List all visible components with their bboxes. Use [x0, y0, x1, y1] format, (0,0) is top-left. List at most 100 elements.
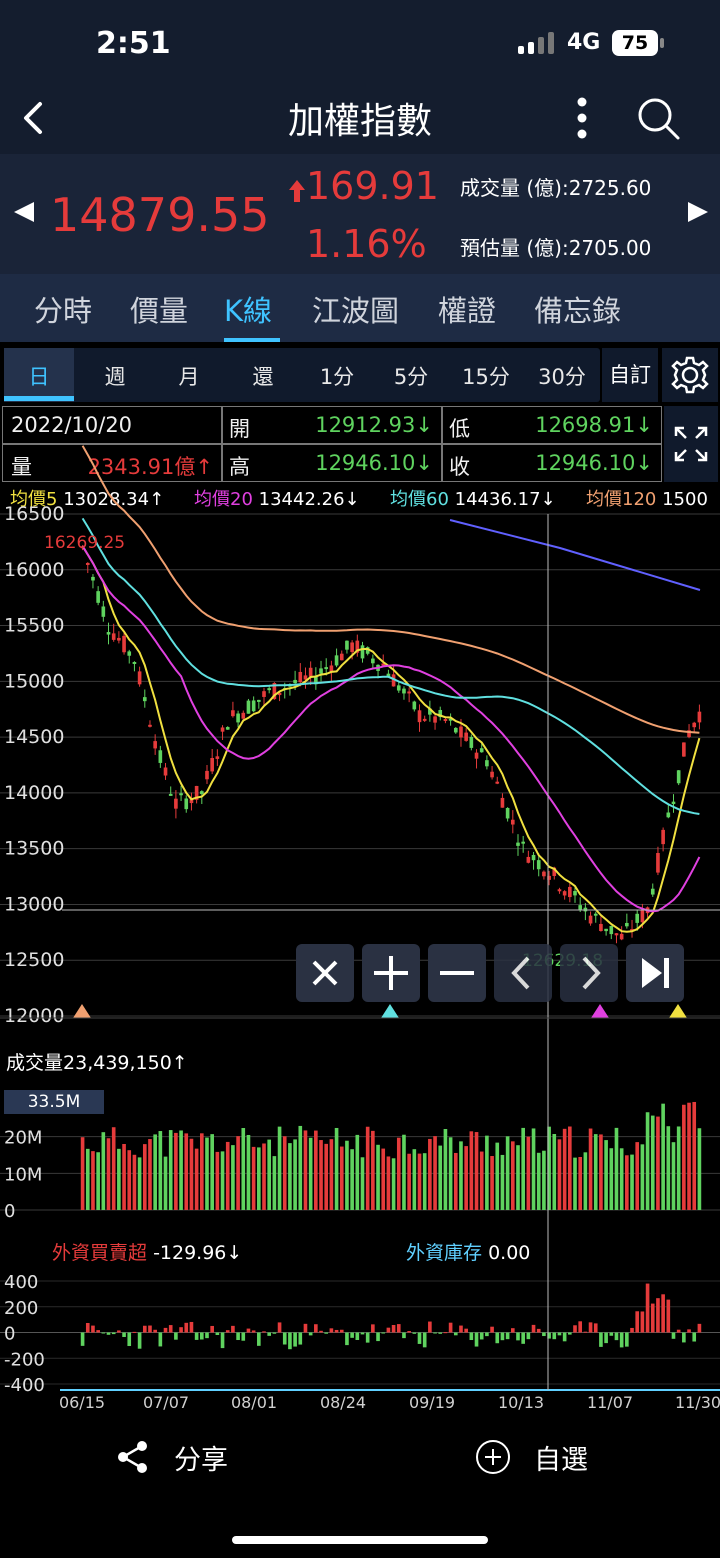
volume-bar	[495, 1142, 500, 1210]
foreign-tick-label: 400	[4, 1272, 38, 1293]
foreign-bar	[381, 1332, 386, 1334]
volume-bar	[516, 1145, 520, 1210]
foreign-bar	[443, 1332, 448, 1334]
zoom-out-icon	[440, 971, 474, 975]
foreign-bar	[225, 1330, 230, 1333]
foreign-bar	[640, 1311, 645, 1333]
price-tick-label: 16000	[4, 559, 64, 581]
candle-body	[422, 718, 427, 721]
foreign-bar	[184, 1322, 189, 1333]
foreign-tick-label: -400	[4, 1375, 45, 1396]
date-tick-label: 06/15	[59, 1393, 105, 1410]
candle-body	[588, 915, 593, 924]
foreign-bar	[122, 1332, 126, 1337]
share-button[interactable]: 分享	[116, 1438, 246, 1478]
foreign-bar	[241, 1332, 246, 1341]
candle-body	[267, 688, 272, 691]
foreign-bar	[578, 1321, 583, 1333]
zoom-out-button[interactable]	[428, 944, 486, 1002]
volume-bar	[236, 1136, 240, 1210]
volume-bar	[91, 1151, 95, 1210]
candle-body	[433, 716, 437, 723]
candle-body	[293, 679, 297, 684]
foreign-bar	[464, 1328, 468, 1333]
kline-chart[interactable]: 16500 16000 15500 15000 14500 14000 13500 13000…	[0, 0, 720, 1410]
foreign-bar	[163, 1327, 168, 1333]
candle-body	[474, 752, 479, 759]
date-tick-label: 11/07	[587, 1393, 633, 1410]
foreign-bar	[448, 1322, 453, 1333]
volume-bar	[443, 1129, 448, 1210]
foreign-bar	[583, 1331, 588, 1333]
candle-body	[179, 793, 183, 796]
candle-body	[573, 891, 577, 896]
candle-body	[174, 798, 178, 809]
volume-bar	[635, 1142, 640, 1210]
foreign-bar	[526, 1332, 531, 1340]
volume-bar	[588, 1128, 593, 1210]
foreign-bar	[479, 1332, 484, 1340]
candle-body	[345, 640, 349, 650]
candle-body	[495, 781, 500, 784]
foreign-bar	[111, 1332, 116, 1335]
candle-body	[257, 699, 261, 702]
foreign-bar	[324, 1332, 329, 1334]
volume-bar	[391, 1158, 396, 1210]
foreign-bar	[635, 1311, 640, 1333]
volume-bar	[158, 1131, 163, 1210]
candle-body	[682, 742, 686, 757]
volume-bar	[324, 1143, 329, 1210]
close-chart-button[interactable]	[296, 944, 354, 1002]
foreign-bar	[568, 1332, 572, 1335]
candle-body	[469, 736, 474, 748]
foreign-bar	[687, 1329, 691, 1333]
candle-body	[697, 711, 702, 723]
candle-body	[137, 671, 142, 685]
foreign-bar	[552, 1332, 557, 1340]
volume-bar	[101, 1132, 106, 1210]
volume-bar	[293, 1139, 297, 1210]
volume-header: 成交量23,439,150↑	[6, 1052, 188, 1074]
scroll-left-button[interactable]	[494, 944, 552, 1002]
foreign-bar	[407, 1331, 411, 1333]
candle-body	[262, 691, 266, 697]
volume-bar	[288, 1143, 292, 1210]
foreign-bar	[215, 1332, 220, 1336]
foreign-bar	[350, 1332, 354, 1338]
foreign-bar	[106, 1332, 111, 1335]
zoom-in-button[interactable]	[362, 944, 420, 1002]
volume-bar	[552, 1134, 557, 1210]
candle-body	[510, 819, 515, 825]
foreign-bar	[490, 1326, 494, 1333]
ma120-line	[81, 445, 700, 734]
volume-bar	[246, 1134, 251, 1210]
foreign-bar	[329, 1328, 334, 1333]
ma240-line	[449, 519, 701, 591]
volume-bars: 20M 10M 0	[0, 1101, 720, 1222]
volume-bar	[329, 1139, 334, 1210]
foreign-bar	[588, 1322, 593, 1333]
foreign-bar	[402, 1332, 406, 1339]
foreign-bar	[345, 1332, 349, 1346]
candle-body	[132, 662, 137, 665]
foreign-bar	[360, 1332, 365, 1335]
foreign-net-header: 外資買賣超 -129.96↓	[52, 1242, 243, 1264]
foreign-bar	[671, 1332, 676, 1339]
volume-bar	[526, 1136, 531, 1210]
candle-body	[692, 722, 697, 728]
volume-bar	[127, 1150, 132, 1210]
add-watchlist-button[interactable]: 自選	[474, 1438, 604, 1478]
price-tick-label: 16500	[4, 503, 64, 525]
foreign-bar	[319, 1330, 323, 1333]
volume-bar	[412, 1149, 417, 1210]
candle-body	[593, 913, 598, 916]
scroll-right-button[interactable]	[560, 944, 618, 1002]
volume-bar	[697, 1128, 702, 1210]
foreign-bar	[516, 1332, 520, 1341]
jump-latest-button[interactable]	[626, 944, 684, 1002]
foreign-bar	[194, 1332, 199, 1340]
candle-body	[163, 767, 168, 776]
foreign-bar	[656, 1298, 660, 1333]
candle-body	[661, 829, 665, 845]
foreign-bar	[85, 1323, 90, 1333]
